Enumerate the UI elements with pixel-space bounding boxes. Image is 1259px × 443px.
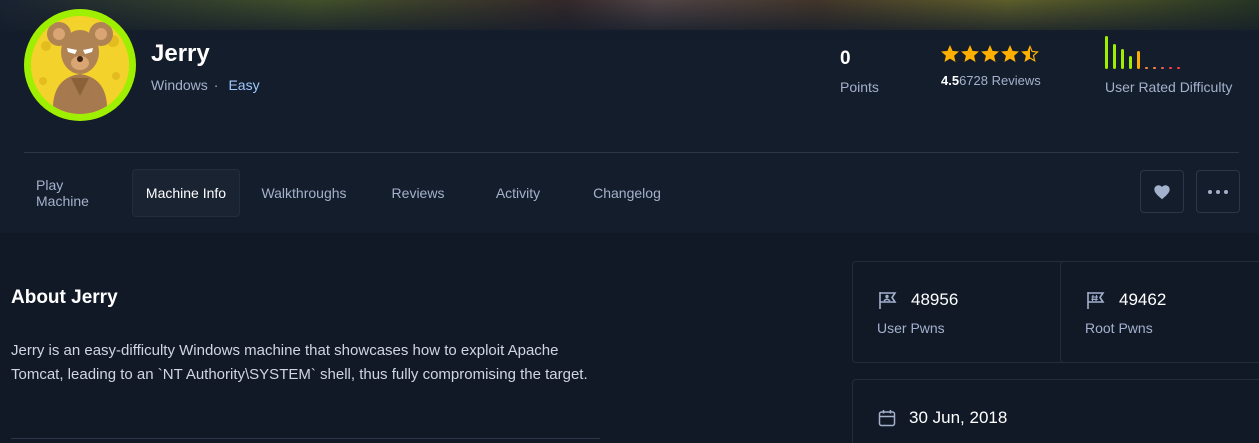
machine-header: Jerry Windows · Easy 0 Points 4.56728 Re… — [0, 0, 1259, 233]
machine-os: Windows — [151, 77, 208, 93]
about-divider — [11, 438, 600, 439]
difficulty-chart — [1105, 36, 1232, 69]
root-flag-icon — [1087, 292, 1105, 309]
tab-play-machine[interactable]: Play Machine — [24, 169, 132, 217]
star-icon — [941, 45, 959, 62]
star-icon — [1001, 45, 1019, 62]
machine-meta: Windows · Easy — [151, 77, 260, 93]
meta-separator: · — [213, 77, 219, 93]
more-options-button[interactable] — [1196, 170, 1240, 213]
star-icon — [981, 45, 999, 62]
points-stat: 0 Points — [840, 48, 879, 95]
rating-stat: 4.56728 Reviews — [941, 45, 1041, 88]
rating-line: 4.56728 Reviews — [941, 73, 1041, 88]
release-date: 30 Jun, 2018 — [909, 408, 1008, 427]
root-pwns-value: 49462 — [1119, 290, 1167, 309]
rating-suffix: Reviews — [988, 73, 1041, 88]
machine-title: Jerry — [151, 40, 210, 67]
tab-activity[interactable]: Activity — [468, 169, 568, 217]
rating-stars — [941, 45, 1041, 63]
hero-banner — [0, 0, 1259, 40]
difficulty-bar — [1121, 49, 1124, 69]
difficulty-bar — [1105, 36, 1108, 69]
user-flag-icon — [879, 292, 897, 309]
calendar-icon — [878, 410, 896, 427]
difficulty-bar — [1129, 56, 1132, 69]
points-label: Points — [840, 79, 879, 95]
rating-value: 4.5 — [941, 73, 960, 88]
rating-count: 6728 — [959, 73, 988, 88]
root-pwns-label: Root Pwns — [1085, 320, 1153, 336]
machine-difficulty[interactable]: Easy — [228, 77, 259, 93]
difficulty-bar — [1153, 67, 1156, 69]
machine-avatar — [24, 9, 136, 121]
root-pwns-card: 49462 Root Pwns — [1060, 261, 1259, 363]
user-pwns-card: 48956 User Pwns — [852, 261, 1072, 363]
difficulty-bar — [1161, 67, 1164, 69]
difficulty-bar — [1145, 67, 1148, 69]
star-icon — [1021, 45, 1039, 62]
difficulty-bar — [1177, 67, 1180, 69]
difficulty-bar — [1137, 51, 1140, 69]
difficulty-stat: User Rated Difficulty — [1105, 36, 1232, 95]
about-title: About Jerry — [11, 287, 118, 308]
star-icon — [961, 45, 979, 62]
user-pwns-value: 48956 — [911, 290, 959, 309]
user-pwns-label: User Pwns — [877, 320, 945, 336]
favorite-button[interactable] — [1140, 170, 1184, 213]
difficulty-bar — [1113, 44, 1116, 69]
difficulty-bar — [1169, 67, 1172, 69]
tab-walkthroughs[interactable]: Walkthroughs — [240, 169, 368, 217]
release-date-card: 30 Jun, 2018 — [852, 379, 1259, 443]
header-divider — [24, 152, 1239, 153]
tab-machine-info[interactable]: Machine Info — [132, 169, 240, 217]
tab-reviews[interactable]: Reviews — [368, 169, 468, 217]
tab-changelog[interactable]: Changelog — [568, 169, 686, 217]
heart-icon — [1154, 184, 1170, 199]
difficulty-label: User Rated Difficulty — [1105, 79, 1233, 95]
jerry-mouse-avatar-image — [31, 16, 129, 114]
about-description: Jerry is an easy-difficulty Windows mach… — [11, 342, 588, 383]
machine-tabs: Play Machine Machine Info Walkthroughs Revi… — [24, 169, 686, 217]
points-value: 0 — [840, 48, 851, 69]
more-horizontal-icon — [1208, 189, 1228, 194]
